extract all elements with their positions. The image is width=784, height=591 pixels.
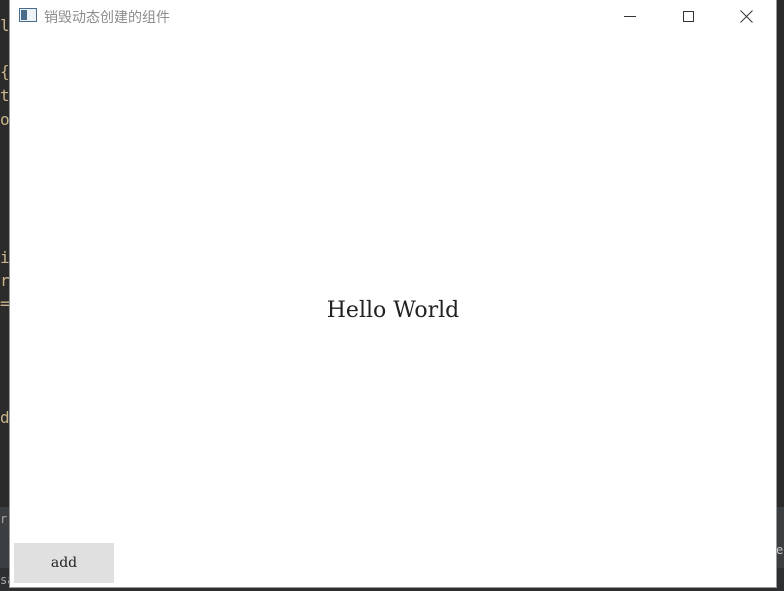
background-code-fragment: li (0, 16, 10, 35)
close-button[interactable] (723, 0, 769, 32)
minimize-button[interactable] (607, 0, 653, 32)
background-code-fragment: ic (0, 248, 10, 267)
background-code-fragment: e (776, 543, 784, 557)
background-code-fragment: = (0, 294, 10, 313)
window-title: 销毁动态创建的组件 (44, 10, 170, 26)
background-code-fragment: ru (0, 271, 10, 290)
window-content: Hello World add (10, 32, 776, 587)
app-window-icon (19, 8, 37, 22)
background-code-fragment: th (0, 86, 10, 105)
app-window: 销毁动态创建的组件 Hello World add (10, 0, 776, 587)
close-icon (739, 9, 753, 23)
maximize-icon (682, 10, 694, 22)
title-bar[interactable]: 销毁动态创建的组件 (10, 0, 776, 32)
background-code-fragment: r (0, 512, 8, 526)
background-code-fragment: { (0, 62, 10, 81)
minimize-icon (624, 15, 636, 17)
hello-label: Hello World (326, 298, 460, 323)
maximize-button[interactable] (665, 0, 711, 32)
add-button[interactable]: add (14, 543, 114, 583)
background-code-fragment: or (0, 110, 10, 129)
background-code-fragment: de (0, 408, 10, 427)
background-code-fragment: sa (0, 573, 10, 587)
